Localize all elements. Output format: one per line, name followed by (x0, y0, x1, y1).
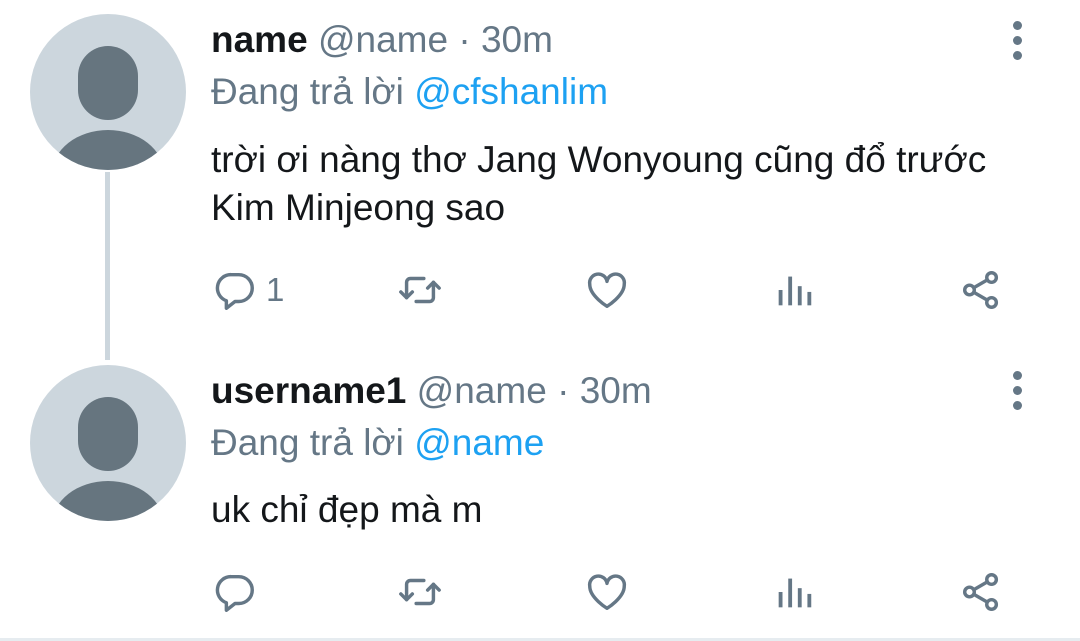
retweet-icon (399, 276, 441, 304)
tweet-text: uk chỉ đẹp mà m (211, 489, 483, 530)
reply-mention-link[interactable]: @name (414, 422, 544, 463)
reply-button[interactable] (212, 566, 266, 618)
display-name[interactable]: name (211, 19, 308, 60)
reply-icon (215, 272, 254, 310)
analytics-icon (778, 578, 812, 608)
reply-icon (215, 574, 254, 612)
reply-button[interactable]: 1 (212, 264, 284, 316)
tweet-actions-bar: 1 (0, 264, 1080, 316)
like-icon (587, 574, 627, 611)
more-options-icon[interactable] (1006, 368, 1028, 412)
more-options-icon[interactable] (1006, 18, 1028, 62)
retweet-button[interactable] (397, 566, 443, 618)
replying-to-label: Đang trả lời (211, 71, 404, 112)
default-avatar-icon[interactable] (30, 14, 186, 170)
like-button[interactable] (584, 566, 630, 618)
timestamp[interactable]: 30m (481, 19, 553, 60)
replying-to-label: Đang trả lời (211, 422, 404, 463)
like-icon (587, 272, 627, 309)
tweet-actions-bar (0, 566, 1080, 618)
analytics-icon (778, 276, 812, 306)
analytics-button[interactable] (771, 566, 817, 618)
reply-count: 1 (266, 271, 285, 308)
retweet-button[interactable] (397, 264, 443, 316)
display-name[interactable]: username1 (211, 370, 406, 411)
share-button[interactable] (958, 264, 1004, 316)
timestamp[interactable]: 30m (580, 370, 652, 411)
separator-dot: · (557, 370, 570, 411)
share-icon (962, 271, 999, 309)
user-handle[interactable]: @name (417, 370, 547, 411)
tweet-text: trời ơi nàng thơ Jang Wonyoung cũng đổ t… (211, 139, 987, 228)
separator-dot: · (458, 19, 471, 60)
user-handle[interactable]: @name (318, 19, 448, 60)
tweet-header: username1 @name · 30m (211, 369, 652, 413)
share-icon (962, 573, 999, 611)
default-avatar-icon[interactable] (30, 365, 186, 521)
share-button[interactable] (958, 566, 1004, 618)
replying-to: Đang trả lời @cfshanlim (211, 70, 608, 114)
analytics-button[interactable] (771, 264, 817, 316)
tweet-header: name @name · 30m (211, 18, 553, 62)
retweet-icon (399, 578, 441, 606)
reply-mention-link[interactable]: @cfshanlim (414, 71, 608, 112)
like-button[interactable] (584, 264, 630, 316)
replying-to: Đang trả lời @name (211, 421, 544, 465)
